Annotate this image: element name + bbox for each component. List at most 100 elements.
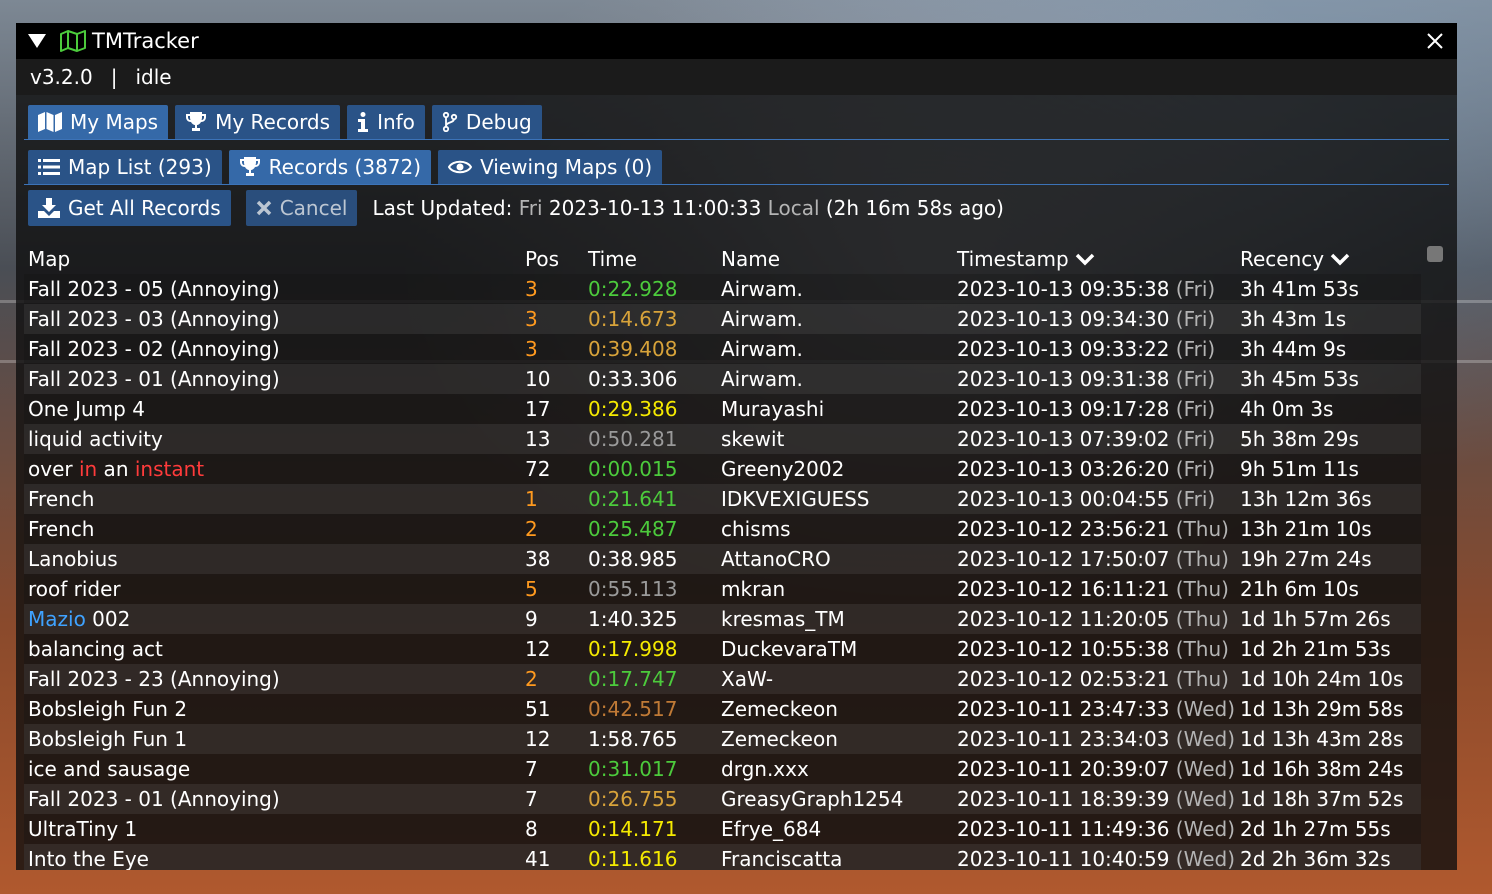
tab-label: My Maps bbox=[70, 110, 159, 134]
cell-timestamp: 2023-10-12 10:55:38 (Thu) bbox=[957, 634, 1229, 664]
tab-map-list[interactable]: Map List (293) bbox=[28, 150, 222, 184]
header-time[interactable]: Time bbox=[588, 242, 637, 276]
table-row[interactable]: Fall 2023 - 23 (Annoying) 2 0:17.747 XaW- 20… bbox=[24, 664, 1421, 694]
cell-time: 0:14.171 bbox=[588, 817, 678, 841]
cell-map: Into the Eye bbox=[28, 844, 149, 870]
timestamp-value: 2023-10-13 00:04:55 bbox=[957, 487, 1170, 511]
info-icon bbox=[358, 112, 369, 132]
table-row[interactable]: roof rider 5 0:55.113 mkran 2023-10-12 16:11… bbox=[24, 574, 1421, 604]
cell-recency: 13h 12m 36s bbox=[1240, 487, 1372, 511]
tab-info[interactable]: Info bbox=[347, 105, 425, 139]
cell-timestamp: 2023-10-12 11:20:05 (Thu) bbox=[957, 604, 1229, 634]
cell-recency: 2d 1h 27m 55s bbox=[1240, 817, 1391, 841]
cell-time: 0:26.755 bbox=[588, 787, 678, 811]
map-name-segment: roof rider bbox=[28, 577, 121, 601]
cell-pos: 3 bbox=[525, 307, 538, 331]
timestamp-value: 2023-10-11 23:47:33 bbox=[957, 697, 1170, 721]
table-row[interactable]: Fall 2023 - 03 (Annoying) 3 0:14.673 Airwam… bbox=[24, 304, 1421, 334]
cell-recency: 4h 0m 3s bbox=[1240, 397, 1334, 421]
titlebar[interactable]: TMTracker bbox=[16, 23, 1457, 59]
cell-player-name: IDKVEXIGUESS bbox=[721, 487, 870, 511]
get-all-records-button[interactable]: Get All Records bbox=[28, 189, 231, 226]
cell-player-name: Airwam. bbox=[721, 337, 803, 361]
table-row[interactable]: balancing act 12 0:17.998 DuckevaraTM 2023-1… bbox=[24, 634, 1421, 664]
map-name-segment: Bobsleigh Fun 2 bbox=[28, 697, 188, 721]
table-row[interactable]: ice and sausage 7 0:31.017 drgn.xxx 2023-10-… bbox=[24, 754, 1421, 784]
table-row[interactable]: Into the Eye 41 0:11.616 Franciscatta 2023-1… bbox=[24, 844, 1421, 870]
sort-down-icon bbox=[1075, 253, 1094, 265]
cell-time: 0:38.985 bbox=[588, 547, 678, 571]
header-pos[interactable]: Pos bbox=[525, 242, 559, 276]
timestamp-day: (Thu) bbox=[1175, 637, 1229, 661]
cell-time: 0:11.616 bbox=[588, 847, 678, 870]
timestamp-day: (Thu) bbox=[1175, 667, 1229, 691]
tab-debug[interactable]: Debug bbox=[431, 105, 542, 139]
cell-map: Fall 2023 - 03 (Annoying) bbox=[28, 304, 280, 334]
cell-timestamp: 2023-10-11 11:49:36 (Wed) bbox=[957, 814, 1235, 844]
table-row[interactable]: Fall 2023 - 01 (Annoying) 7 0:26.755 Greasy… bbox=[24, 784, 1421, 814]
tab-viewing-maps[interactable]: Viewing Maps (0) bbox=[438, 150, 663, 184]
cell-map: over in an instant bbox=[28, 454, 204, 484]
table-row[interactable]: One Jump 4 17 0:29.386 Murayashi 2023-10-13 … bbox=[24, 394, 1421, 424]
tab-my-maps[interactable]: My Maps bbox=[28, 105, 169, 139]
timestamp-day: (Fri) bbox=[1175, 307, 1216, 331]
table-row[interactable]: liquid activity 13 0:50.281 skewit 2023-10-1… bbox=[24, 424, 1421, 454]
cell-timestamp: 2023-10-11 23:34:03 (Wed) bbox=[957, 724, 1235, 754]
tab-label: Debug bbox=[465, 110, 532, 134]
table-row[interactable]: Fall 2023 - 05 (Annoying) 3 0:22.928 Airwam… bbox=[24, 274, 1421, 304]
collapse-triangle-icon[interactable] bbox=[28, 34, 46, 48]
eye-icon bbox=[448, 160, 473, 174]
code-branch-icon bbox=[442, 112, 458, 132]
cell-timestamp: 2023-10-13 09:33:22 (Fri) bbox=[957, 334, 1215, 364]
table-row[interactable]: UltraTiny 1 8 0:14.171 Efrye_684 2023-10-11 … bbox=[24, 814, 1421, 844]
cell-player-name: Airwam. bbox=[721, 367, 803, 391]
button-label: Get All Records bbox=[68, 195, 221, 220]
main-tab-bar: My Maps My Records Info Debug bbox=[16, 95, 1457, 140]
table-row[interactable]: French 1 0:21.641 IDKVEXIGUESS 2023-10-13 00… bbox=[24, 484, 1421, 514]
table-row[interactable]: Fall 2023 - 02 (Annoying) 3 0:39.408 Airwam… bbox=[24, 334, 1421, 364]
cell-pos: 7 bbox=[525, 757, 538, 781]
header-recency[interactable]: Recency bbox=[1240, 242, 1350, 276]
cell-timestamp: 2023-10-12 23:56:21 (Thu) bbox=[957, 514, 1229, 544]
table-row[interactable]: Fall 2023 - 01 (Annoying) 10 0:33.306 Airwa… bbox=[24, 364, 1421, 394]
map-name-segment: Fall 2023 - 01 (Annoying) bbox=[28, 367, 280, 391]
button-label: Cancel bbox=[279, 195, 348, 220]
timestamp-value: 2023-10-11 10:40:59 bbox=[957, 847, 1170, 870]
header-name[interactable]: Name bbox=[721, 242, 780, 276]
cell-map: Fall 2023 - 01 (Annoying) bbox=[28, 364, 280, 394]
scrollbar-thumb[interactable] bbox=[1427, 246, 1443, 262]
cell-player-name: Zemeckeon bbox=[721, 697, 838, 721]
close-icon[interactable] bbox=[1425, 31, 1445, 51]
cancel-button[interactable]: Cancel bbox=[245, 189, 358, 226]
timestamp-day: (Fri) bbox=[1175, 487, 1216, 511]
cell-map: Fall 2023 - 01 (Annoying) bbox=[28, 784, 280, 814]
header-label: Timestamp bbox=[957, 247, 1069, 271]
timestamp-value: 2023-10-13 09:34:30 bbox=[957, 307, 1170, 331]
timestamp-day: (Wed) bbox=[1175, 697, 1235, 721]
tab-label: My Records bbox=[215, 110, 331, 134]
cell-time: 1:58.765 bbox=[588, 727, 678, 751]
trophy-icon bbox=[186, 112, 207, 131]
header-map[interactable]: Map bbox=[28, 242, 70, 276]
header-timestamp[interactable]: Timestamp bbox=[957, 242, 1095, 276]
table-row[interactable]: French 2 0:25.487 chisms 2023-10-12 23:56:21… bbox=[24, 514, 1421, 544]
table-row[interactable]: Lanobius 38 0:38.985 AttanoCRO 2023-10-12 17… bbox=[24, 544, 1421, 574]
tab-my-records[interactable]: My Records bbox=[175, 105, 341, 139]
tab-records[interactable]: Records (3872) bbox=[228, 150, 432, 184]
map-name-segment: Into the Eye bbox=[28, 847, 149, 870]
timestamp-value: 2023-10-12 10:55:38 bbox=[957, 637, 1170, 661]
header-label: Recency bbox=[1240, 247, 1325, 271]
timestamp-value: 2023-10-12 23:56:21 bbox=[957, 517, 1170, 541]
table-row[interactable]: Bobsleigh Fun 2 51 0:42.517 Zemeckeon 2023-1… bbox=[24, 694, 1421, 724]
table-row[interactable]: Mazio 002 9 1:40.325 kresmas_TM 2023-10-12 1… bbox=[24, 604, 1421, 634]
window-title: TMTracker bbox=[92, 29, 199, 53]
table-row[interactable]: over in an instant 72 0:00.015 Greeny2002 20… bbox=[24, 454, 1421, 484]
map-name-segment: 002 bbox=[85, 607, 131, 631]
cell-timestamp: 2023-10-12 02:53:21 (Thu) bbox=[957, 664, 1229, 694]
cell-player-name: Efrye_684 bbox=[721, 817, 822, 841]
tab-label: Records (3872) bbox=[268, 155, 422, 179]
map-name-segment: Lanobius bbox=[28, 547, 118, 571]
table-row[interactable]: Bobsleigh Fun 1 12 1:58.765 Zemeckeon 2023-1… bbox=[24, 724, 1421, 754]
cell-pos: 72 bbox=[525, 457, 551, 481]
last-updated-ago: (2h 16m 58s ago) bbox=[825, 195, 1004, 220]
